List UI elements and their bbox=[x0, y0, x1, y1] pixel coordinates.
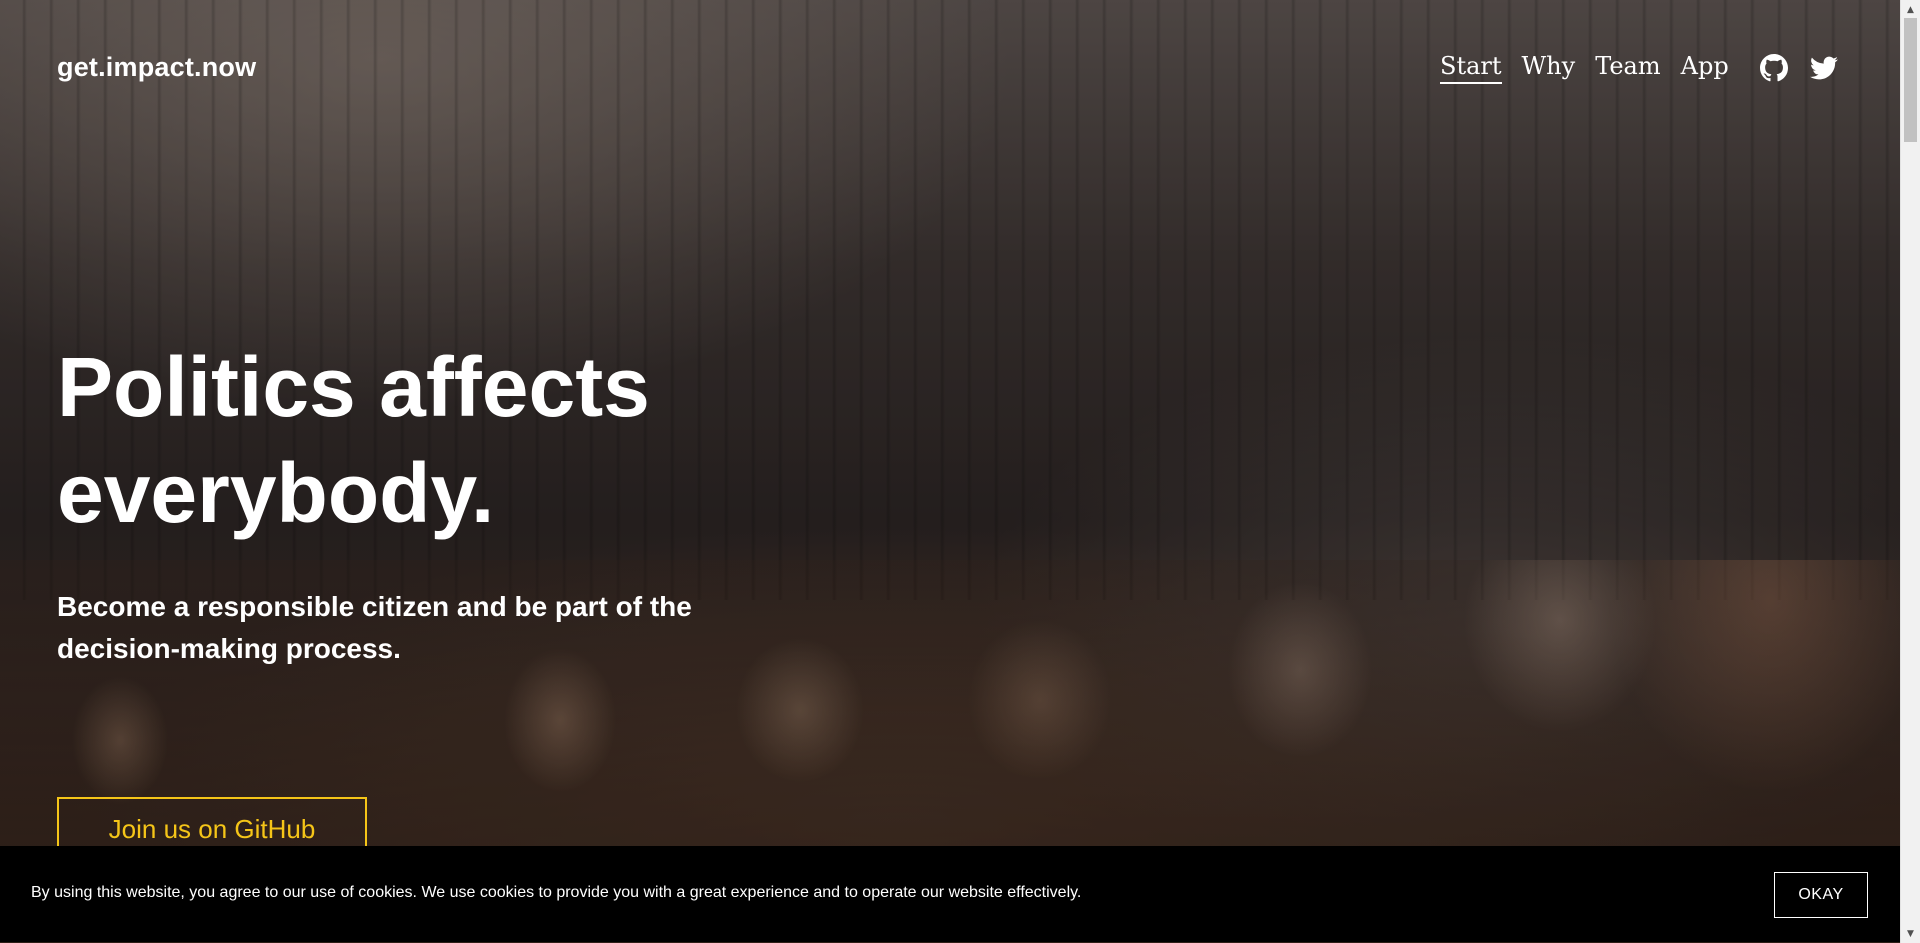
scroll-up-arrow-icon[interactable]: ▲ bbox=[1901, 1, 1920, 18]
site-logo[interactable]: get.impact.now bbox=[57, 52, 256, 83]
scrollbar-thumb[interactable] bbox=[1904, 18, 1917, 142]
hero-headline-line2: everybody. bbox=[57, 446, 495, 540]
cookie-consent-text: By using this website, you agree to our … bbox=[31, 884, 1082, 901]
github-icon[interactable] bbox=[1760, 54, 1788, 82]
page-scrollbar[interactable]: ▲ ▼ bbox=[1900, 0, 1920, 943]
nav-item-start[interactable]: Start bbox=[1440, 52, 1502, 84]
nav-item-team[interactable]: Team bbox=[1595, 52, 1660, 82]
nav-item-why[interactable]: Why bbox=[1522, 52, 1576, 82]
main-nav: Start Why Team App bbox=[1440, 52, 1729, 84]
twitter-icon[interactable] bbox=[1810, 54, 1838, 82]
page: get.impact.now Start Why Team App Politi… bbox=[0, 0, 1920, 943]
cookie-okay-button[interactable]: OKAY bbox=[1774, 872, 1868, 918]
hero-subheading: Become a responsible citizen and be part… bbox=[57, 586, 777, 670]
hero-headline-line1: Politics affects bbox=[57, 340, 650, 434]
hero-subheading-line1: Become a responsible citizen and be part… bbox=[57, 591, 692, 622]
nav-item-app[interactable]: App bbox=[1681, 52, 1729, 82]
social-links bbox=[1760, 54, 1838, 82]
cookie-consent-bar: By using this website, you agree to our … bbox=[0, 846, 1900, 942]
scroll-down-arrow-icon[interactable]: ▼ bbox=[1901, 925, 1920, 942]
hero-headline: Politics affects everybody. bbox=[57, 334, 957, 546]
hero-subheading-line2: decision-making process. bbox=[57, 633, 401, 664]
